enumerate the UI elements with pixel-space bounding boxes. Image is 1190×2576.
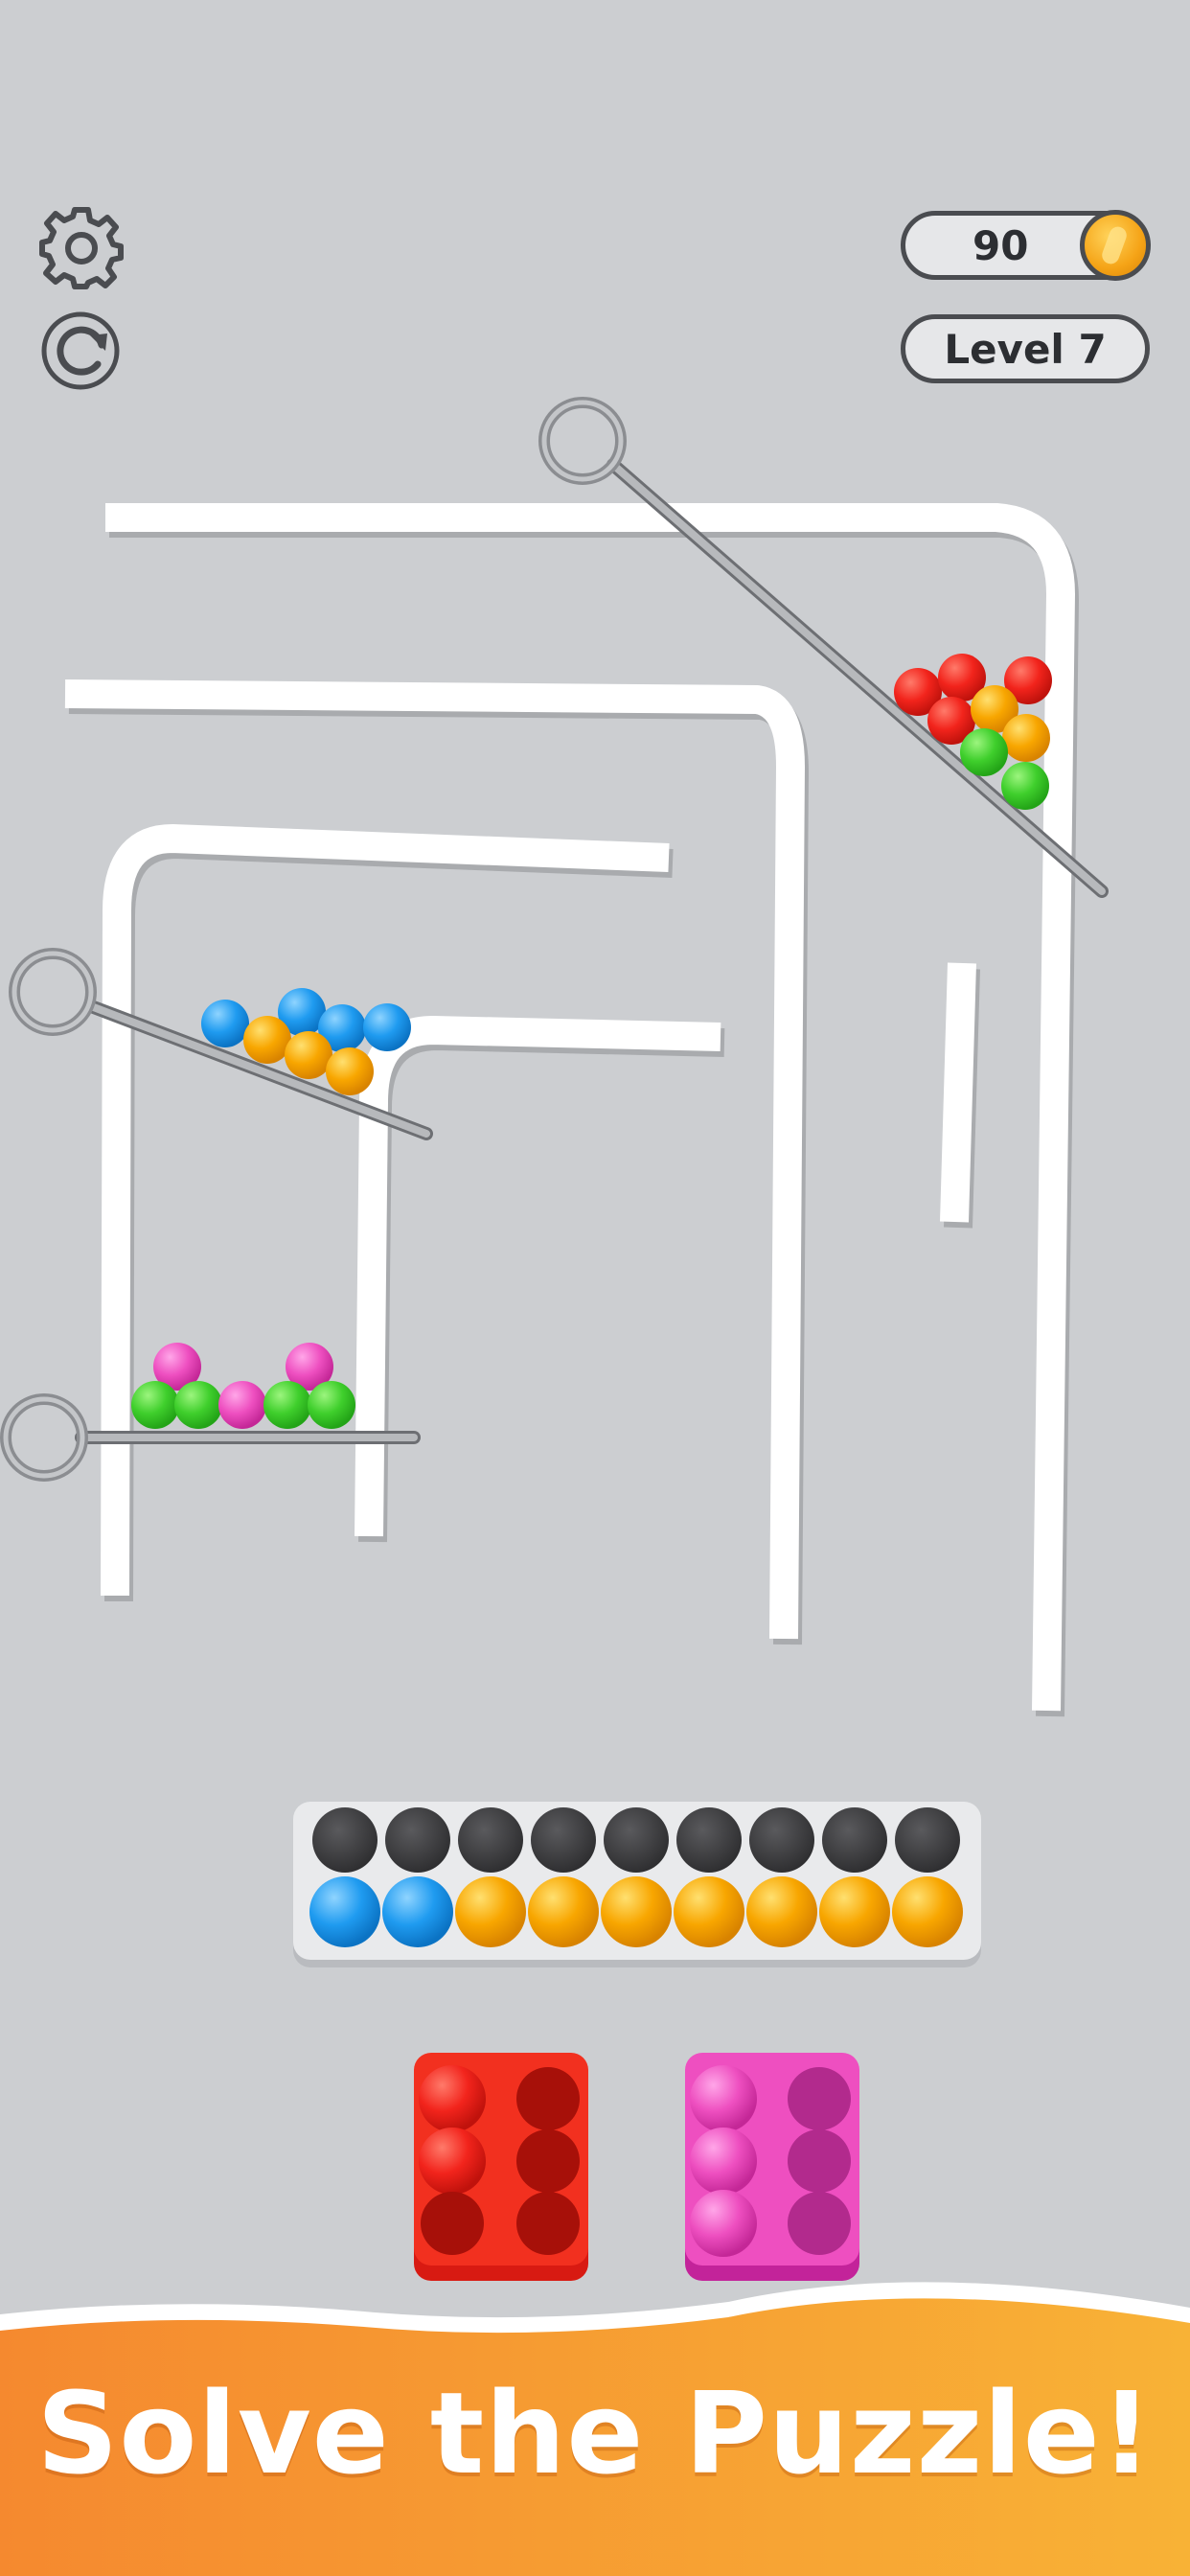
- queue-ball-orange: [601, 1876, 672, 1947]
- queue-slot-empty: [676, 1807, 742, 1873]
- ball-green: [263, 1381, 311, 1429]
- queue-ball-orange: [528, 1876, 599, 1947]
- holder-pink[interactable]: [685, 2053, 859, 2281]
- slot-filled: [690, 2065, 757, 2132]
- ball-queue: [309, 1807, 963, 1947]
- coin-counter: 90: [901, 210, 1151, 281]
- slot-empty: [788, 2192, 851, 2255]
- ball-queue-tray: [293, 1802, 981, 1960]
- slot-empty: [516, 2129, 580, 2193]
- wall-left: [101, 824, 670, 1597]
- ball-orange: [1002, 714, 1050, 762]
- holder-red[interactable]: [414, 2053, 588, 2281]
- ball-group-bottom-left: [131, 1343, 355, 1429]
- ball-blue: [201, 1000, 249, 1047]
- restart-icon[interactable]: [38, 307, 125, 393]
- queue-slot-empty: [749, 1807, 814, 1873]
- ball-green: [174, 1381, 222, 1429]
- queue-ball-orange: [746, 1876, 817, 1947]
- queue-slot-empty: [604, 1807, 669, 1873]
- ball-pink: [218, 1381, 266, 1429]
- slot-empty: [516, 2192, 580, 2255]
- slot-filled: [419, 2128, 486, 2195]
- coin-count: 90: [973, 221, 1029, 269]
- slot-empty: [421, 2192, 484, 2255]
- pin-top-right[interactable]: [538, 397, 1109, 898]
- slot-filled: [690, 2190, 757, 2257]
- queue-slot-empty: [458, 1807, 523, 1873]
- ball-orange: [243, 1016, 291, 1064]
- ball-blue: [363, 1003, 411, 1051]
- ball-green: [131, 1381, 179, 1429]
- level-indicator: Level 7: [901, 314, 1150, 383]
- promo-headline: Solve the Puzzle!: [36, 2367, 1154, 2499]
- queue-slot-empty: [822, 1807, 887, 1873]
- queue-ball-orange: [892, 1876, 963, 1947]
- gear-icon[interactable]: [38, 204, 125, 290]
- wall-inner: [355, 1016, 721, 1537]
- slot-filled: [419, 2065, 486, 2132]
- queue-slot-empty: [312, 1807, 378, 1873]
- slot-empty: [788, 2067, 851, 2130]
- ball-orange: [285, 1031, 332, 1079]
- queue-ball-blue: [309, 1876, 380, 1947]
- ball-green: [960, 728, 1008, 776]
- game-board: [0, 397, 1190, 2576]
- ball-green: [308, 1381, 355, 1429]
- queue-ball-orange: [674, 1876, 744, 1947]
- slot-filled: [690, 2128, 757, 2195]
- queue-ball-orange: [819, 1876, 890, 1947]
- queue-top-row: [312, 1807, 960, 1873]
- queue-ball-blue: [382, 1876, 453, 1947]
- queue-slot-empty: [531, 1807, 596, 1873]
- level-label: Level 7: [944, 325, 1107, 373]
- slot-empty: [516, 2067, 580, 2130]
- queue-bottom-row: [309, 1876, 963, 1947]
- slot-empty: [788, 2129, 851, 2193]
- queue-slot-empty: [895, 1807, 960, 1873]
- wall-short: [940, 962, 976, 1223]
- ball-green: [1001, 762, 1049, 810]
- queue-slot-empty: [385, 1807, 450, 1873]
- coin-icon: [1080, 210, 1151, 281]
- ball-orange: [326, 1047, 374, 1095]
- queue-ball-orange: [455, 1876, 526, 1947]
